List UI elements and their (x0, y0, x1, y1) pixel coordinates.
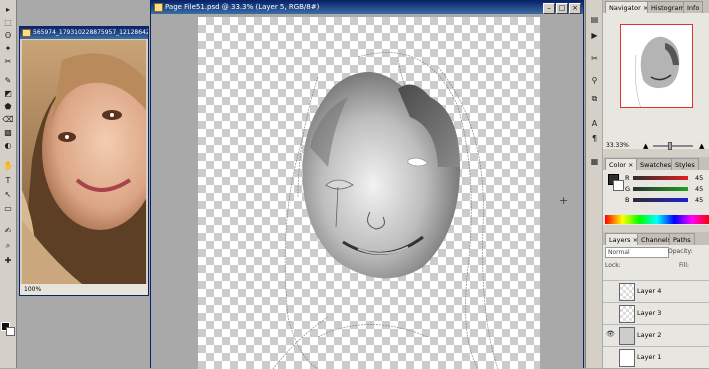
clone-stamp-tool-icon[interactable]: ◩ (2, 88, 14, 99)
navigator-zoom-row: 33.33% ▲ ▲ (603, 141, 709, 151)
document-canvas-area[interactable]: + (151, 14, 583, 369)
zoom-in-icon[interactable]: ▲ (699, 141, 704, 151)
layer-thumbnail (619, 283, 635, 301)
green-slider-row: G 45 (625, 184, 709, 194)
crosshair-cursor-icon: + (559, 194, 569, 207)
layer-thumbnail (619, 349, 635, 367)
navigator-panel: 33.33% ▲ ▲ (603, 13, 709, 151)
zoom-slider-thumb[interactable] (668, 142, 672, 150)
photo-zoom-status[interactable]: 100% (20, 284, 148, 295)
visibility-toggle[interactable] (606, 286, 615, 295)
zoom-out-icon[interactable]: ▲ (643, 141, 648, 151)
eye-icon[interactable]: 👁 (606, 330, 615, 339)
background-color-swatch[interactable] (6, 327, 15, 336)
history-brush-tool-icon[interactable]: ⬟ (2, 101, 14, 112)
document-window[interactable]: Page File51.psd @ 33.3% (Layer 5, RGB/8#… (150, 0, 584, 369)
blend-mode-select[interactable]: Normal (605, 247, 669, 258)
green-value[interactable]: 45 (695, 184, 703, 194)
gradient-tool-icon[interactable]: ▩ (2, 127, 14, 138)
document-icon (22, 29, 31, 37)
eraser-tool-icon[interactable]: ⌫ (2, 114, 14, 125)
color-spectrum-ramp[interactable] (605, 215, 709, 224)
maximize-button[interactable]: □ (556, 3, 568, 14)
type-tool-icon[interactable]: T (2, 175, 14, 186)
path-selection-tool-icon[interactable]: ↖ (2, 189, 14, 200)
clone-source-icon[interactable]: ⧉ (589, 93, 600, 104)
layer-name: Layer 4 (637, 287, 662, 295)
crop-tool-icon[interactable]: ✂ (2, 56, 14, 67)
panel-dock-strip: ▤ ▶ ✂ ⚲ ⧉ A ¶ ▦ (585, 0, 602, 368)
layer-row[interactable]: 👁 Layer 2 (603, 324, 709, 346)
visibility-toggle[interactable] (606, 352, 615, 361)
lock-label: Lock: (605, 262, 621, 269)
blue-slider-label: B (625, 196, 630, 204)
history-panel-icon[interactable]: ▤ (589, 14, 600, 25)
marquee-tool-icon[interactable]: ⬚ (2, 17, 14, 28)
hand-pan-tool-icon[interactable]: ✋ (2, 160, 14, 171)
tool-presets-icon[interactable]: ✂ (589, 53, 600, 64)
red-slider-row: R 45 (625, 173, 709, 183)
layer-name: Layer 1 (637, 353, 662, 361)
red-value[interactable]: 45 (695, 173, 703, 183)
navigator-preview-image (634, 36, 680, 107)
layer-thumbnail (619, 327, 635, 345)
zoom-tool-icon[interactable]: ✚ (2, 255, 14, 266)
opacity-label: Opacity: (668, 248, 693, 255)
character-panel-icon[interactable]: A (589, 118, 600, 129)
panels-column: Navigator × Histogram Info 33.33% ▲ ▲ Co… (603, 0, 709, 368)
reference-photo-canvas[interactable] (22, 40, 146, 284)
layer-row[interactable]: Layer 1 (603, 346, 709, 368)
document-titlebar[interactable]: Page File51.psd @ 33.3% (Layer 5, RGB/8#… (151, 1, 583, 14)
actions-panel-icon[interactable]: ▶ (589, 30, 600, 41)
zoom-slider[interactable] (653, 145, 693, 147)
layer-thumbnail (619, 305, 635, 323)
navigator-zoom-value[interactable]: 33.33% (606, 141, 629, 151)
info-panel-icon[interactable]: ▦ (589, 156, 600, 167)
brushes-panel-icon[interactable]: ⚲ (589, 75, 600, 86)
reference-photo-window[interactable]: 565974_179310228875957_1212864234 100% (19, 26, 149, 296)
color-tabbar: Color × Swatches Styles (603, 157, 709, 171)
reference-photo-titlebar[interactable]: 565974_179310228875957_1212864234 (20, 27, 148, 39)
transparent-canvas[interactable] (198, 17, 540, 369)
paragraph-panel-icon[interactable]: ¶ (589, 133, 600, 144)
dodge-tool-icon[interactable]: ◐ (2, 140, 14, 151)
blue-slider[interactable] (633, 198, 688, 202)
girl-portrait-image (22, 40, 146, 284)
layer-row[interactable]: Layer 3 (603, 302, 709, 324)
red-slider-label: R (625, 174, 630, 182)
brush-tool-icon[interactable]: ✎ (2, 75, 14, 86)
fill-label: Fill: (679, 262, 690, 269)
notes-tool-icon[interactable]: ✍ (2, 225, 14, 236)
red-slider[interactable] (633, 176, 688, 180)
navigator-tabbar: Navigator × Histogram Info (603, 0, 709, 14)
layers-tabbar: Layers × Channels Paths (603, 232, 709, 246)
background-color-chip[interactable] (613, 180, 624, 191)
minimize-button[interactable]: – (543, 3, 555, 14)
green-slider-label: G (625, 185, 631, 193)
document-icon (154, 3, 163, 12)
layer-name: Layer 2 (637, 331, 662, 339)
blue-value[interactable]: 45 (695, 195, 703, 205)
lasso-tool-icon[interactable]: ʘ (2, 30, 14, 41)
magic-wand-tool-icon[interactable]: ✦ (2, 43, 14, 54)
blue-slider-row: B 45 (625, 195, 709, 205)
layer-name: Layer 3 (637, 309, 662, 317)
navigator-thumbnail[interactable] (620, 24, 693, 108)
close-button[interactable]: × (569, 3, 581, 14)
visibility-toggle[interactable] (606, 308, 615, 317)
shape-tool-icon[interactable]: ▭ (2, 203, 14, 214)
tools-panel: ▸ ⬚ ʘ ✦ ✂ ✎ ◩ ⬟ ⌫ ▩ ◐ ✋ T ↖ ▭ ✍ ⌕ ✚ (0, 0, 17, 368)
layers-panel: Normal Opacity: Lock: Fill: Layer 4 Laye… (603, 245, 709, 368)
eyedropper-tool-icon[interactable]: ⌕ (2, 240, 14, 251)
green-slider[interactable] (633, 187, 688, 191)
layer-row[interactable]: Layer 4 (603, 280, 709, 302)
move-tool-icon[interactable]: ▸ (2, 4, 14, 15)
face-painting-layer (272, 52, 499, 369)
